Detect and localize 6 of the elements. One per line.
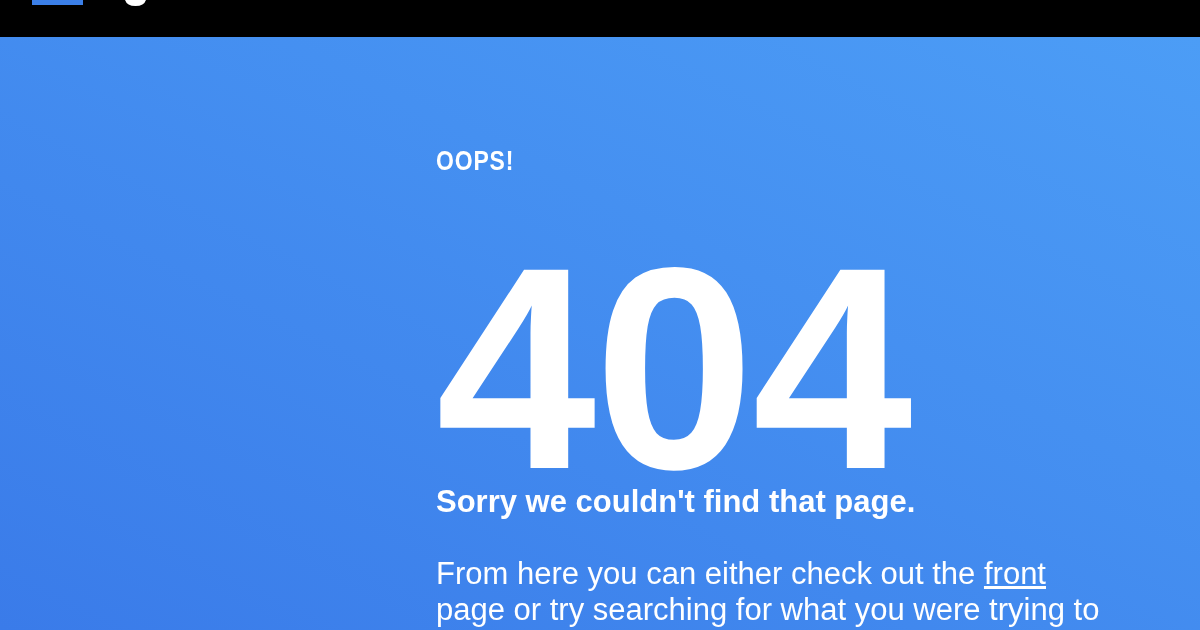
error-message: Sorry we couldn't find that page. [436, 483, 917, 521]
eyebrow-label: OOPS! [436, 148, 513, 175]
help-text: From here you can either check out the front page or try searching for what you were trying to [436, 555, 1101, 628]
logo-icon[interactable] [32, 0, 146, 6]
front-page-link[interactable]: front [983, 555, 1046, 591]
error-code: 404 [436, 253, 911, 484]
